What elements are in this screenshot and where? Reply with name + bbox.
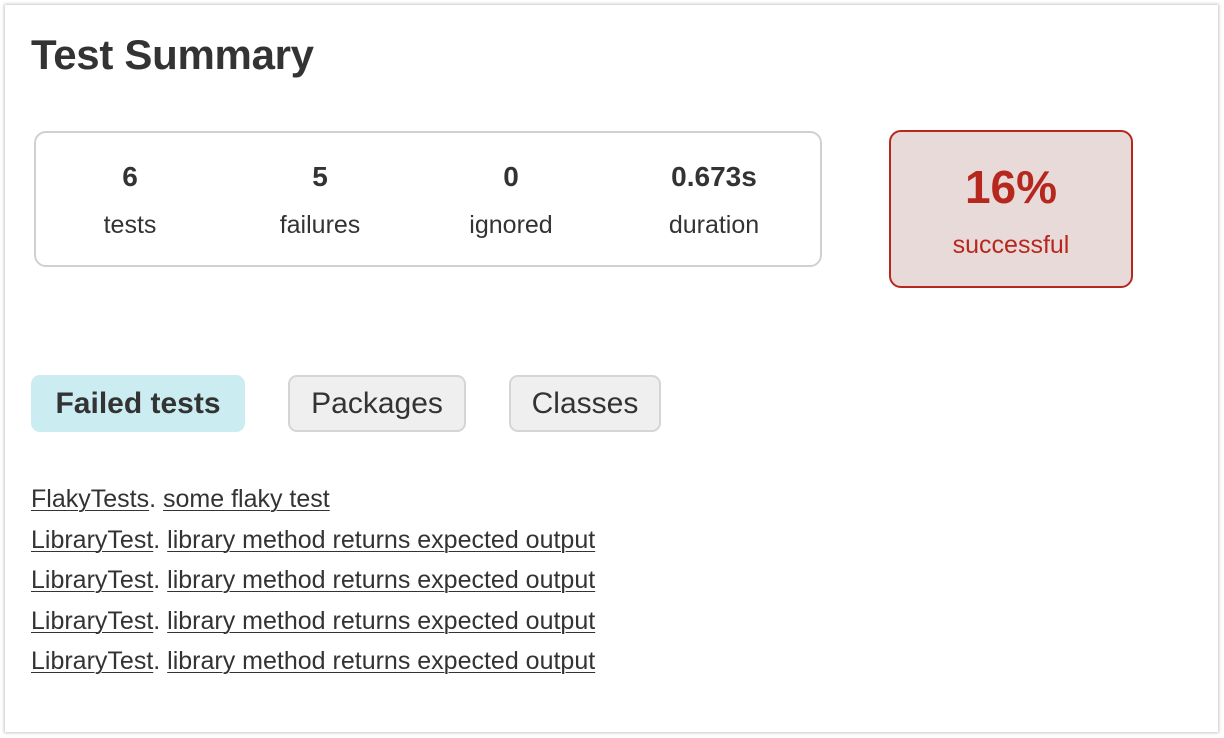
success-rate-value: 16%: [964, 161, 1058, 213]
counter-duration: 0.673s duration: [624, 161, 804, 241]
counter-tests-label: tests: [103, 211, 157, 239]
tab-packages[interactable]: Packages: [288, 375, 466, 432]
page-title: Test Summary: [31, 31, 314, 78]
success-rate-box: 16% successful: [889, 130, 1133, 288]
summary-counters: 6 tests 5 failures 0 ignored 0.673s dura…: [34, 131, 822, 267]
separator: .: [153, 566, 161, 594]
failed-test-item: LibraryTest. library method returns expe…: [31, 520, 595, 561]
test-link[interactable]: library method returns expected output: [167, 647, 595, 675]
test-link[interactable]: some flaky test: [163, 485, 330, 513]
success-rate-label: successful: [952, 231, 1070, 259]
failed-test-item: LibraryTest. library method returns expe…: [31, 560, 595, 601]
test-link[interactable]: library method returns expected output: [167, 607, 595, 635]
separator: .: [149, 485, 157, 513]
counter-ignored-value: 0: [503, 161, 519, 192]
class-link[interactable]: LibraryTest: [31, 566, 153, 594]
content: Test Summary 6 tests 5 failures 0 ignore…: [31, 5, 1218, 732]
counter-failures-value: 5: [312, 161, 328, 192]
failed-test-item: LibraryTest. library method returns expe…: [31, 641, 595, 682]
counter-tests-value: 6: [122, 161, 138, 192]
tab-failed-tests[interactable]: Failed tests: [31, 375, 245, 432]
counter-ignored-label: ignored: [469, 211, 553, 239]
class-link[interactable]: LibraryTest: [31, 607, 153, 635]
class-link[interactable]: FlakyTests: [31, 485, 149, 513]
counter-duration-value: 0.673s: [671, 161, 757, 192]
separator: .: [153, 525, 161, 554]
counter-ignored: 0 ignored: [421, 161, 601, 241]
test-link[interactable]: library method returns expected output: [167, 566, 595, 594]
tab-classes[interactable]: Classes: [509, 375, 661, 432]
counter-duration-label: duration: [668, 211, 760, 239]
counter-failures-label: failures: [279, 211, 361, 239]
page-container: Test Summary 6 tests 5 failures 0 ignore…: [5, 5, 1218, 732]
class-link[interactable]: LibraryTest: [31, 526, 153, 554]
test-link[interactable]: library method returns expected output: [167, 526, 595, 554]
failed-test-item: FlakyTests. some flaky test: [31, 479, 595, 520]
separator: .: [153, 647, 161, 675]
failed-test-item: LibraryTest. library method returns expe…: [31, 601, 595, 642]
class-link[interactable]: LibraryTest: [31, 647, 153, 675]
separator: .: [153, 606, 161, 635]
failed-tests-list: FlakyTests. some flaky test LibraryTest.…: [31, 479, 595, 682]
counter-failures: 5 failures: [230, 161, 410, 241]
counter-tests: 6 tests: [40, 161, 220, 241]
